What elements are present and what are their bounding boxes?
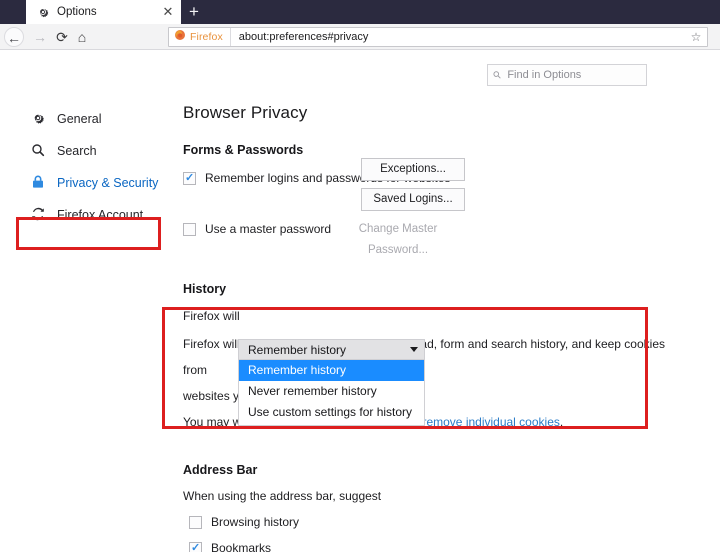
firefox-window: Options ✕ + ← → ⟳ ⌂ Firefox about:prefer… bbox=[0, 0, 720, 552]
sidebar-item-label: General bbox=[57, 112, 102, 126]
history-mode-select[interactable]: Remember history bbox=[238, 339, 425, 360]
sidebar-item-privacy-security[interactable]: Privacy & Security bbox=[0, 167, 175, 199]
tab-strip: Options ✕ + bbox=[0, 0, 720, 24]
checkbox-box[interactable] bbox=[189, 515, 202, 529]
lock-icon bbox=[28, 174, 48, 193]
checkbox-label: Bookmarks bbox=[211, 541, 272, 552]
checkbox-box[interactable] bbox=[183, 171, 196, 185]
saved-logins-button[interactable]: Saved Logins... bbox=[361, 188, 465, 211]
checkbox-bookmarks[interactable]: Bookmarks bbox=[183, 541, 683, 552]
tab-title: Options bbox=[57, 6, 97, 18]
arrow-right-icon[interactable]: → bbox=[30, 27, 50, 47]
navigation-toolbar: ← → ⟳ ⌂ Firefox about:preferences#privac… bbox=[0, 24, 720, 50]
sidebar-item-general[interactable]: General bbox=[0, 103, 175, 135]
history-description-suffix: . bbox=[559, 415, 564, 429]
exceptions-button[interactable]: Exceptions... bbox=[361, 158, 465, 181]
sidebar-item-search[interactable]: Search bbox=[0, 135, 175, 167]
sidebar: General Search Privacy & Security Firefo… bbox=[0, 103, 175, 231]
search-input[interactable]: ⚲ Find in Options bbox=[487, 64, 647, 86]
checkbox-browsing-history[interactable]: Browsing history bbox=[183, 515, 683, 529]
preferences-page: ⚲ Find in Options General Search Privacy… bbox=[0, 50, 720, 552]
url-text[interactable]: about:preferences#privacy bbox=[231, 31, 685, 43]
firefox-icon bbox=[174, 28, 186, 46]
gear-icon bbox=[28, 110, 48, 129]
identity-label: Firefox bbox=[190, 31, 223, 43]
sync-icon bbox=[28, 206, 48, 225]
sidebar-item-label: Search bbox=[57, 144, 97, 158]
home-icon[interactable]: ⌂ bbox=[72, 27, 92, 47]
checkbox-label: Use a master password bbox=[205, 222, 332, 236]
section-heading-forms: Forms & Passwords bbox=[183, 143, 304, 157]
history-mode-dropdown-list[interactable]: Remember history Never remember history … bbox=[238, 360, 425, 426]
close-icon[interactable]: ✕ bbox=[161, 5, 175, 19]
sidebar-item-label: Firefox Account bbox=[57, 208, 144, 222]
tab-options[interactable]: Options ✕ bbox=[26, 0, 181, 24]
checkbox-label: Browsing history bbox=[211, 515, 300, 529]
sidebar-item-firefox-account[interactable]: Firefox Account bbox=[0, 199, 175, 231]
checkbox-box[interactable] bbox=[189, 541, 202, 552]
change-master-password-button: Change Master Password... bbox=[358, 223, 438, 256]
new-tab-button[interactable]: + bbox=[183, 2, 205, 22]
search-icon bbox=[28, 142, 48, 161]
dropdown-option-use-custom-settings[interactable]: Use custom settings for history bbox=[239, 402, 424, 423]
address-bar-subtitle: When using the address bar, suggest bbox=[183, 489, 382, 503]
star-icon[interactable]: ☆ bbox=[685, 30, 707, 44]
arrow-left-icon[interactable]: ← bbox=[4, 27, 24, 47]
firefox-will-label: Firefox will bbox=[183, 309, 240, 323]
history-mode-selected-value: Remember history bbox=[248, 342, 347, 357]
search-icon: ⚲ bbox=[491, 68, 505, 82]
sidebar-item-label: Privacy & Security bbox=[57, 176, 159, 190]
checkbox-box[interactable] bbox=[183, 222, 196, 236]
page-title: Browser Privacy bbox=[183, 103, 308, 122]
address-bar[interactable]: Firefox about:preferences#privacy ☆ bbox=[168, 27, 708, 47]
search-placeholder: Find in Options bbox=[507, 69, 582, 81]
identity-box[interactable]: Firefox bbox=[169, 28, 231, 46]
gear-icon bbox=[36, 5, 50, 19]
dropdown-option-remember-history[interactable]: Remember history bbox=[239, 360, 424, 381]
reload-icon[interactable]: ⟳ bbox=[52, 27, 72, 47]
dropdown-option-never-remember-history[interactable]: Never remember history bbox=[239, 381, 424, 402]
section-heading-history: History bbox=[183, 282, 227, 296]
section-heading-address-bar: Address Bar bbox=[183, 463, 258, 477]
remove-individual-cookies-link[interactable]: , or remove individual cookies bbox=[402, 415, 560, 429]
chevron-down-icon[interactable] bbox=[410, 347, 418, 352]
